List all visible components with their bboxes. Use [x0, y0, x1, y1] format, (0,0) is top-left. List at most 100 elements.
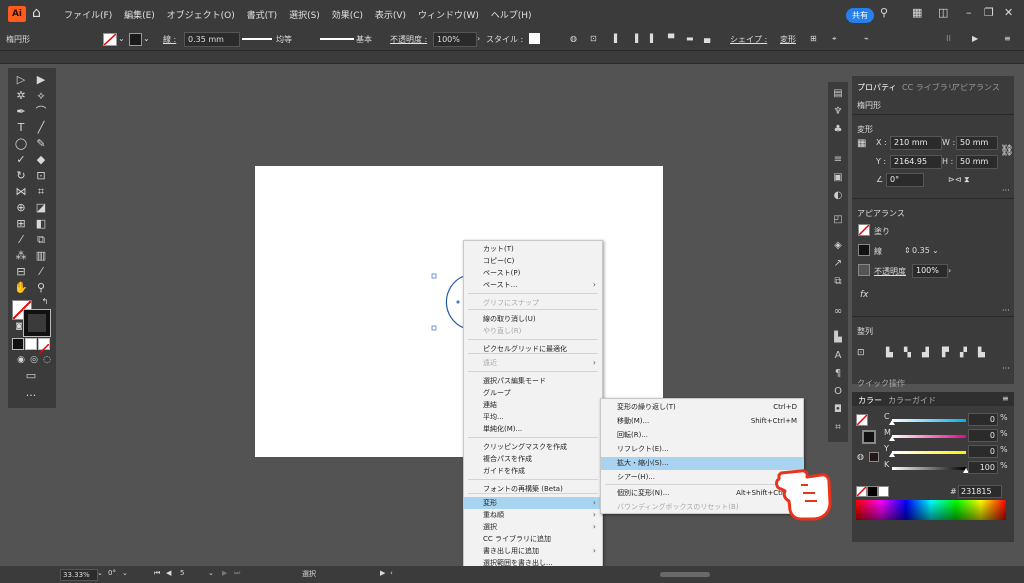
context-menu-item[interactable]: 平均... [464, 411, 602, 423]
selection-tool-icon[interactable]: ▷ [12, 72, 30, 88]
properties-panel-icon[interactable]: ▤ [832, 88, 844, 100]
menu-icon[interactable]: ≡ [1004, 34, 1011, 43]
context-menu-item[interactable]: ガイドを作成 [464, 465, 602, 477]
more-options-icon[interactable]: ··· [1002, 186, 1010, 195]
chevron-down-icon[interactable]: ⌄ [932, 246, 939, 255]
channel-slider[interactable] [892, 451, 966, 454]
shaper-tool-icon[interactable]: ✓ [12, 152, 30, 168]
workspace-icon[interactable]: ▦ [912, 6, 922, 19]
fx-icon[interactable]: fx [860, 290, 869, 300]
reference-point-icon[interactable]: ▦ [857, 138, 866, 149]
chevron-down-icon[interactable]: ⌄ [118, 34, 125, 43]
maximize-icon[interactable]: ❐ [984, 6, 994, 19]
w-field[interactable]: 50 mm [956, 136, 998, 150]
stroke-stepper-icon[interactable]: ⇕ [904, 246, 911, 255]
channel-value-field[interactable]: 100 [968, 461, 998, 474]
transform-submenu-item[interactable]: リフレクト(E)... [601, 443, 803, 456]
puppet-icon[interactable]: ⌁ [864, 34, 869, 43]
menu-type[interactable]: 書式(T) [247, 11, 278, 21]
more-tools-icon[interactable]: ··· [22, 388, 40, 404]
context-menu-item[interactable]: カット(T) [464, 243, 602, 255]
context-menu-item[interactable]: CC ライブラリに追加 [464, 533, 602, 545]
stroke-swatch[interactable] [858, 244, 870, 256]
align-left-icon[interactable]: ▙ [886, 348, 893, 358]
tab-appearance[interactable]: アピアランス [952, 82, 1000, 93]
hex-field[interactable]: 231815 [958, 485, 1002, 498]
horizontal-scrollbar[interactable] [660, 572, 710, 577]
more-options-icon[interactable]: ··· [1002, 306, 1010, 315]
context-menu-item[interactable]: 重ね順 › [464, 509, 602, 521]
profile-label[interactable]: 均等 [276, 34, 292, 45]
channel-slider[interactable] [892, 419, 966, 422]
isolate-icon[interactable]: ⌖ [832, 34, 837, 44]
align-vcenter-icon[interactable]: ▞ [960, 348, 967, 358]
panel-menu-icon[interactable]: ≡ [1002, 394, 1009, 403]
zoom-field[interactable]: 33.33% [60, 569, 98, 581]
stroke-panel-icon[interactable]: ≡ [832, 154, 844, 166]
paragraph-icon[interactable]: ¶ [832, 368, 844, 380]
lasso-tool-icon[interactable]: ⟡ [32, 88, 50, 104]
context-menu-item[interactable]: ペースト... › [464, 279, 602, 291]
blend-tool-icon[interactable]: ⧉ [32, 232, 50, 248]
context-menu-item[interactable]: 選択 › [464, 521, 602, 533]
flip-horizontal-icon[interactable]: ⊳⊲ [948, 175, 961, 184]
pathfinder-icon[interactable]: ◘ [832, 404, 844, 416]
stroke-swatch[interactable] [862, 430, 876, 444]
menu-select[interactable]: 選択(S) [289, 11, 320, 21]
menu-edit[interactable]: 編集(E) [124, 11, 155, 21]
chevron-down-icon[interactable]: ⌄ [97, 569, 103, 577]
stroke-value[interactable]: 0.35 [912, 246, 930, 255]
align-top-icon[interactable]: ▛ [942, 348, 949, 358]
channel-value-field[interactable]: 0 [968, 445, 998, 458]
align-top-icon[interactable]: ▀ [668, 34, 674, 43]
channel-slider[interactable] [892, 435, 966, 438]
context-menu-item[interactable]: 線の取り消し(U) [464, 313, 602, 325]
y-field[interactable]: 2164.95 [890, 155, 942, 169]
align-hcenter-icon[interactable]: ▚ [904, 348, 911, 358]
menu-object[interactable]: オブジェクト(O) [167, 11, 235, 21]
context-menu-item[interactable]: クリッピングマスクを作成 [464, 441, 602, 453]
align-bottom-icon[interactable]: ▙ [978, 348, 985, 358]
opacity-field[interactable]: 100% [912, 264, 948, 278]
chevron-down-icon[interactable]: ⌄ [122, 569, 128, 577]
opacity-label[interactable]: 不透明度 [874, 266, 906, 277]
h-field[interactable]: 50 mm [956, 155, 998, 169]
rotate-tool-icon[interactable]: ↻ [12, 168, 30, 184]
export-icon[interactable]: ↗ [832, 258, 844, 270]
prev-artboard-icon[interactable]: ◀ [166, 569, 171, 577]
context-menu-item[interactable]: 単純化(M)... [464, 423, 602, 435]
gradient-panel-icon[interactable]: ▣ [832, 172, 844, 184]
context-menu-item[interactable]: コピー(C) [464, 255, 602, 267]
scroll-left-icon[interactable]: ‹ [390, 569, 393, 577]
align-middle-icon[interactable]: ▬ [686, 34, 694, 43]
align-bottom-icon[interactable]: ▄ [704, 34, 710, 43]
stroke-swatch[interactable] [129, 33, 142, 46]
transform-panel-icon[interactable]: ⌗ [832, 422, 844, 434]
transform-submenu-item[interactable]: 変形の繰り返し(T) Ctrl+D [601, 401, 803, 414]
symbol-sprayer-tool-icon[interactable]: ⁂ [12, 248, 30, 264]
more-options-icon[interactable]: ··· [1002, 364, 1010, 373]
channel-slider[interactable] [892, 467, 966, 470]
opentype-icon[interactable]: O [832, 386, 844, 398]
align-icon[interactable]: ⊡ [590, 34, 597, 43]
menu-window[interactable]: ウィンドウ(W) [418, 11, 479, 21]
pen-tool-icon[interactable]: ✒ [12, 104, 30, 120]
direct-selection-tool-icon[interactable]: ▶ [32, 72, 50, 88]
graph-tool-icon[interactable]: ▥ [32, 248, 50, 264]
minimize-icon[interactable]: – [966, 6, 972, 19]
close-icon[interactable]: ✕ [1004, 6, 1013, 19]
perspective-tool-icon[interactable]: ◪ [32, 200, 50, 216]
align-left-icon[interactable]: ▌ [614, 34, 620, 43]
hand-tool-icon[interactable]: ✋ [12, 280, 30, 296]
align-panel-icon[interactable]: ▙ [832, 332, 844, 344]
context-menu-item[interactable]: グループ [464, 387, 602, 399]
mesh-tool-icon[interactable]: ⊞ [12, 216, 30, 232]
arrange-icon[interactable]: ◫ [938, 6, 948, 19]
none-mode-icon[interactable] [38, 338, 50, 355]
current-color-swatch[interactable] [869, 452, 879, 462]
align-right-icon[interactable]: ▌ [650, 34, 656, 43]
context-menu-item[interactable]: ペースト(P) [464, 267, 602, 279]
slider-thumb[interactable] [889, 420, 895, 425]
recolor-icon[interactable]: ◍ [570, 34, 577, 43]
magic-wand-icon[interactable]: ✲ [12, 88, 30, 104]
